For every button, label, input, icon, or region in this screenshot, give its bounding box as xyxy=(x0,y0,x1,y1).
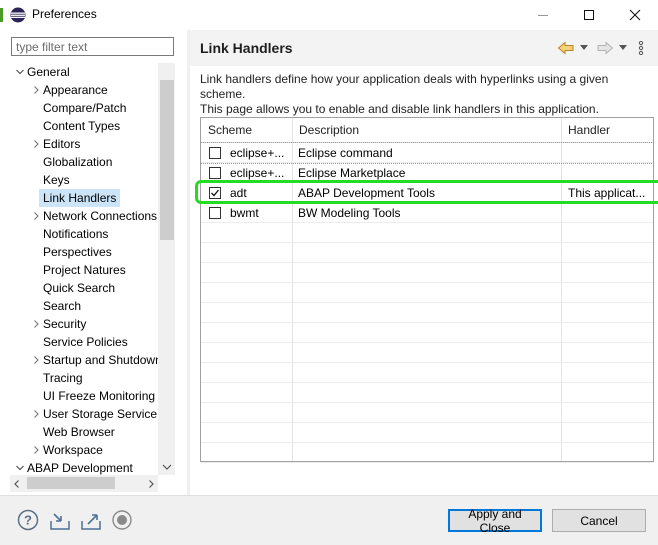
tree-item-network-connections[interactable]: Network Connections xyxy=(39,207,158,225)
page-title: Link Handlers xyxy=(200,40,293,56)
row-gridline xyxy=(201,242,653,243)
tree-item-perspectives[interactable]: Perspectives xyxy=(39,243,116,261)
svg-text:?: ? xyxy=(24,513,32,528)
checkbox[interactable] xyxy=(209,207,221,219)
row-gridline xyxy=(201,382,653,383)
description-cell: Eclipse command xyxy=(298,146,393,160)
column-header-scheme[interactable]: Scheme xyxy=(201,118,292,142)
apply-and-close-button[interactable]: Apply and Close xyxy=(448,507,542,535)
tree-item-quick-search[interactable]: Quick Search xyxy=(39,279,119,297)
tree-item-content-types[interactable]: Content Types xyxy=(39,117,124,135)
tree-vertical-scroll-thumb[interactable] xyxy=(160,80,174,240)
tree-item-web-browser[interactable]: Web Browser xyxy=(39,423,119,441)
record-icon xyxy=(112,510,132,530)
minimize-icon xyxy=(538,15,548,16)
tree-item-globalization[interactable]: Globalization xyxy=(39,153,116,171)
handler-cell xyxy=(568,143,650,163)
row-gridline xyxy=(201,282,653,283)
column-header-description[interactable]: Description xyxy=(292,118,561,142)
row-gridline xyxy=(201,422,653,423)
back-arrow-icon xyxy=(557,41,574,55)
tree-horizontal-scroll-thumb[interactable] xyxy=(27,477,115,489)
row-gridline xyxy=(201,322,653,323)
preference-tree: General Appearance Compare/Patch Content Ty… xyxy=(0,0,158,475)
tree-item-user-storage-service[interactable]: User Storage Service xyxy=(39,405,158,423)
tree-item-link-handlers[interactable]: Link Handlers xyxy=(39,189,121,207)
row-gridline xyxy=(201,222,653,223)
close-button[interactable] xyxy=(612,0,658,30)
tree-item-appearance[interactable]: Appearance xyxy=(39,81,112,99)
maximize-icon xyxy=(584,10,594,20)
tree-item-ui-freeze-monitoring[interactable]: UI Freeze Monitoring xyxy=(39,387,158,405)
tree-item-workspace[interactable]: Workspace xyxy=(39,441,107,459)
link-handlers-table: Scheme Description Handler eclipse+... Ec… xyxy=(200,117,654,463)
minimize-button[interactable] xyxy=(520,0,566,30)
table-row[interactable]: bwmt BW Modeling Tools xyxy=(201,203,653,223)
description-line-2: This page allows you to enable and disab… xyxy=(200,102,599,116)
forward-history-dropdown[interactable] xyxy=(617,38,629,58)
scroll-left-icon[interactable] xyxy=(12,479,22,489)
row-gridline xyxy=(201,342,653,343)
scroll-down-icon[interactable] xyxy=(161,462,173,472)
tree-item-general[interactable]: General xyxy=(23,63,74,81)
tree-item-project-natures[interactable]: Project Natures xyxy=(39,261,130,279)
help-button[interactable]: ? xyxy=(17,509,39,531)
view-menu-icon xyxy=(638,41,644,55)
tree-item-service-policies[interactable]: Service Policies xyxy=(39,333,132,351)
scroll-right-icon[interactable] xyxy=(146,479,156,489)
scheme-cell: eclipse+... xyxy=(230,146,285,160)
tree-item-compare-patch[interactable]: Compare/Patch xyxy=(39,99,130,117)
row-gridline xyxy=(201,362,653,363)
chevron-down-icon xyxy=(580,45,588,50)
tree-item-keys[interactable]: Keys xyxy=(39,171,74,189)
back-button[interactable] xyxy=(556,38,576,58)
back-history-dropdown[interactable] xyxy=(578,38,590,58)
row-gridline xyxy=(201,162,653,163)
highlight-annotation xyxy=(195,180,658,204)
view-menu-button[interactable] xyxy=(634,38,648,58)
table-row[interactable]: eclipse+... Eclipse command xyxy=(200,142,654,164)
checkbox[interactable] xyxy=(209,147,221,159)
cancel-button[interactable]: Cancel xyxy=(552,509,646,532)
column-header-handler[interactable]: Handler xyxy=(561,118,653,142)
row-gridline xyxy=(201,302,653,303)
export-icon xyxy=(81,514,101,530)
tree-item-abap-development[interactable]: ABAP Development xyxy=(23,459,137,475)
page-description: Link handlers define how your applicatio… xyxy=(200,72,655,117)
description-line-1: Link handlers define how your applicatio… xyxy=(200,72,609,101)
close-icon xyxy=(629,9,641,21)
import-button[interactable] xyxy=(49,509,71,531)
row-gridline xyxy=(201,402,653,403)
maximize-button[interactable] xyxy=(566,0,612,30)
forward-arrow-icon xyxy=(597,41,614,55)
tree-item-notifications[interactable]: Notifications xyxy=(39,225,112,243)
tree-item-tracing[interactable]: Tracing xyxy=(39,369,87,387)
description-cell: BW Modeling Tools xyxy=(298,206,401,220)
tree-item-search[interactable]: Search xyxy=(39,297,85,315)
row-gridline xyxy=(201,462,653,463)
handler-cell xyxy=(568,203,650,223)
export-button[interactable] xyxy=(80,509,102,531)
forward-button[interactable] xyxy=(595,38,615,58)
tree-item-startup-and-shutdown[interactable]: Startup and Shutdown xyxy=(39,351,158,369)
panel-splitter[interactable] xyxy=(187,30,190,495)
tree-item-editors[interactable]: Editors xyxy=(39,135,84,153)
tree-item-security[interactable]: Security xyxy=(39,315,90,333)
row-gridline xyxy=(201,262,653,263)
help-icon: ? xyxy=(17,509,39,531)
checkbox[interactable] xyxy=(209,167,221,179)
scheme-cell: bwmt xyxy=(230,206,259,220)
record-button[interactable] xyxy=(111,509,133,531)
chevron-down-icon xyxy=(619,45,627,50)
import-icon xyxy=(50,513,70,530)
row-gridline xyxy=(201,442,653,443)
